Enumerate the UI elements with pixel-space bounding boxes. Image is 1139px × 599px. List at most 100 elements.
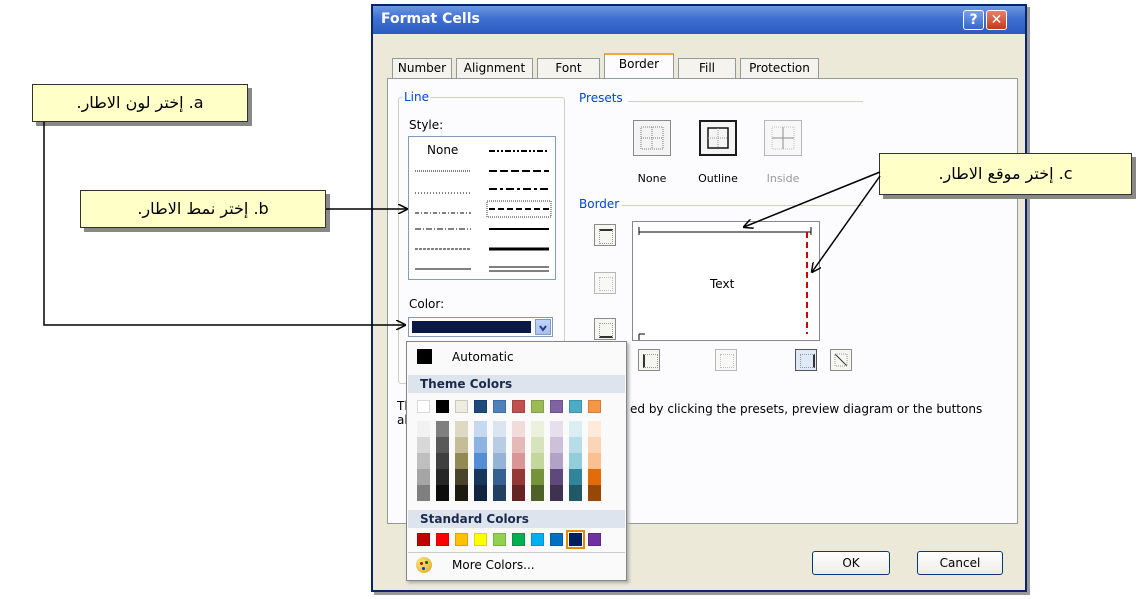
theme-color-swatch[interactable] [417,400,430,413]
theme-color-swatch[interactable] [493,400,506,413]
border-preview[interactable]: Text [632,221,820,341]
theme-shade-swatch[interactable] [417,469,430,485]
theme-color-swatch[interactable] [531,400,544,413]
border-left-button[interactable] [638,349,660,371]
theme-shade-swatch[interactable] [588,421,601,437]
theme-shade-swatch[interactable] [569,453,582,469]
cancel-button[interactable]: Cancel [917,551,1003,575]
theme-shade-swatch[interactable] [474,437,487,453]
theme-shade-swatch[interactable] [474,453,487,469]
standard-color-swatch[interactable] [455,533,468,546]
tab-font[interactable]: Font [537,58,600,78]
theme-color-swatch[interactable] [569,400,582,413]
theme-shade-swatch[interactable] [531,469,544,485]
theme-shade-swatch[interactable] [588,437,601,453]
theme-shade-swatch[interactable] [436,469,449,485]
theme-shade-swatch[interactable] [531,421,544,437]
preset-outline-button[interactable] [699,120,737,156]
theme-shade-swatch[interactable] [455,437,468,453]
line-style-samples[interactable] [409,137,555,279]
standard-color-swatch[interactable] [512,533,525,546]
theme-shade-swatch[interactable] [550,469,563,485]
standard-color-swatch[interactable] [550,533,563,546]
theme-shade-swatch[interactable] [417,421,430,437]
preset-none-button[interactable] [633,120,671,156]
theme-shade-swatch[interactable] [550,485,563,501]
theme-shade-swatch[interactable] [493,469,506,485]
help-button[interactable]: ? [963,10,984,30]
theme-shade-swatch[interactable] [512,437,525,453]
border-middle-vertical-button[interactable] [715,349,737,371]
title-bar[interactable]: Format Cells ? ✕ [373,6,1025,34]
theme-shade-swatch[interactable] [512,421,525,437]
theme-shade-swatch[interactable] [436,437,449,453]
theme-shade-swatch[interactable] [512,485,525,501]
theme-shade-swatch[interactable] [531,437,544,453]
chevron-down-icon[interactable] [535,319,551,335]
theme-shade-swatch[interactable] [569,437,582,453]
standard-color-swatch[interactable] [531,533,544,546]
theme-shade-swatch[interactable] [455,453,468,469]
theme-shade-swatch[interactable] [588,453,601,469]
theme-shade-swatch[interactable] [474,421,487,437]
border-right-button[interactable] [795,349,817,371]
standard-color-swatch[interactable] [474,533,487,546]
theme-color-swatch[interactable] [588,400,601,413]
theme-shade-swatch[interactable] [569,469,582,485]
theme-color-swatch[interactable] [455,400,468,413]
theme-shade-swatch[interactable] [417,453,430,469]
border-top-button[interactable] [594,224,616,246]
more-colors-option[interactable]: More Colors... [452,558,535,572]
theme-color-swatch[interactable] [474,400,487,413]
theme-shade-swatch[interactable] [569,421,582,437]
border-bottom-button[interactable] [594,318,616,340]
standard-color-swatch[interactable] [566,530,585,549]
close-button[interactable]: ✕ [986,10,1007,30]
theme-shade-swatch[interactable] [531,485,544,501]
color-picker[interactable] [408,317,553,337]
theme-shade-swatch[interactable] [550,453,563,469]
theme-shade-swatch[interactable] [512,453,525,469]
automatic-option[interactable]: Automatic [452,350,514,364]
line-style-list[interactable]: None [408,136,556,280]
border-middle-horizontal-button[interactable] [594,272,616,294]
theme-shade-swatch[interactable] [493,485,506,501]
preset-inside-button[interactable] [764,120,802,156]
theme-color-swatch[interactable] [550,400,563,413]
theme-shade-swatch[interactable] [550,437,563,453]
theme-color-swatch[interactable] [436,400,449,413]
theme-color-swatch[interactable] [512,400,525,413]
theme-shade-swatch[interactable] [512,469,525,485]
tab-border[interactable]: Border [604,53,674,78]
tab-number[interactable]: Number [392,58,452,78]
theme-shade-swatch[interactable] [417,437,430,453]
theme-shade-swatch[interactable] [569,485,582,501]
standard-color-swatch[interactable] [417,533,430,546]
ok-button[interactable]: OK [812,551,890,575]
theme-shade-swatch[interactable] [455,421,468,437]
automatic-swatch[interactable] [417,349,432,364]
theme-shade-swatch[interactable] [436,421,449,437]
theme-shade-swatch[interactable] [493,421,506,437]
tab-alignment[interactable]: Alignment [456,58,533,78]
theme-shade-swatch[interactable] [588,469,601,485]
theme-shade-swatch[interactable] [455,485,468,501]
theme-shade-swatch[interactable] [417,485,430,501]
theme-shade-swatch[interactable] [493,437,506,453]
theme-shade-swatch[interactable] [474,485,487,501]
callout-c: c. إختر موقع الاطار. [879,153,1132,195]
standard-color-swatch[interactable] [436,533,449,546]
theme-shade-swatch[interactable] [550,421,563,437]
theme-shade-swatch[interactable] [474,469,487,485]
tab-protection[interactable]: Protection [740,58,819,78]
tab-fill[interactable]: Fill [678,58,736,78]
theme-shade-swatch[interactable] [588,485,601,501]
theme-shade-swatch[interactable] [493,453,506,469]
border-diagonal-button[interactable] [830,349,852,371]
standard-color-swatch[interactable] [588,533,601,546]
theme-shade-swatch[interactable] [436,453,449,469]
theme-shade-swatch[interactable] [531,453,544,469]
standard-color-swatch[interactable] [493,533,506,546]
theme-shade-swatch[interactable] [455,469,468,485]
theme-shade-swatch[interactable] [436,485,449,501]
